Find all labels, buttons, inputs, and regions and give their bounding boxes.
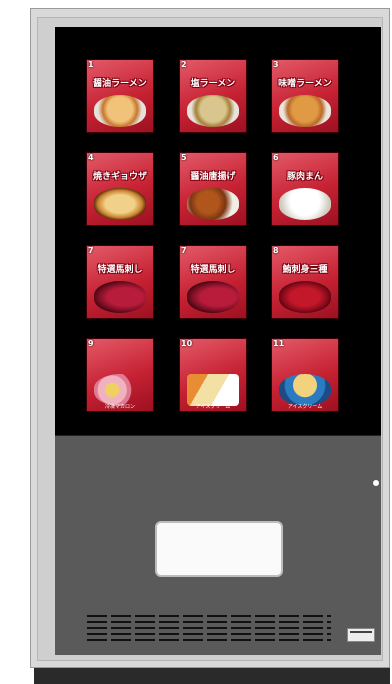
product-number: 2 (181, 60, 187, 69)
product-number: 9 (88, 339, 94, 348)
sashimi-image (279, 281, 331, 313)
product-number: 5 (181, 153, 187, 162)
product-number: 1 (88, 60, 94, 69)
product-tile-10[interactable]: 10 アイスクリーム (179, 338, 247, 412)
product-name: 鮪刺身三種 (282, 265, 328, 275)
icecream-image (279, 374, 331, 406)
product-number: 3 (273, 60, 279, 69)
miso-ramen-image (279, 95, 331, 127)
coin-slot-opening (350, 631, 372, 633)
shio-ramen-image (187, 95, 239, 127)
product-tile-4[interactable]: 4 焼きギョウザ (86, 152, 154, 226)
product-name: 味噌ラーメン (278, 79, 332, 89)
product-name: 醤油ラーメン (93, 79, 147, 89)
product-number: 7 (88, 246, 94, 255)
product-tile-6[interactable]: 6 豚肉まん (271, 152, 339, 226)
product-tile-11[interactable]: 11 アイスクリーム (271, 338, 339, 412)
door-lock-knob[interactable] (373, 480, 379, 486)
product-tile-5[interactable]: 5 醤油唐揚げ (179, 152, 247, 226)
product-tile-7[interactable]: 7 特選馬刺し (179, 245, 247, 319)
vent-grille-row (87, 615, 331, 617)
dispense-slot[interactable] (155, 521, 283, 577)
product-number: 4 (88, 153, 94, 162)
product-tile-7[interactable]: 7 特選馬刺し (86, 245, 154, 319)
product-name: 醤油唐揚げ (190, 172, 236, 182)
basashi-image (94, 281, 146, 313)
vent-grille-row (87, 627, 331, 629)
karaage-image (187, 188, 239, 220)
product-number: 7 (181, 246, 187, 255)
product-number: 6 (273, 153, 279, 162)
product-tile-8[interactable]: 8 鮪刺身三種 (271, 245, 339, 319)
product-name: 特選馬刺し (97, 265, 143, 275)
product-display-screen: 1 醤油ラーメン 2 塩ラーメン 3 味噌ラーメン 4 焼きギョウザ 5 醤油唐揚げ 6 豚肉まん 7 特… (55, 27, 381, 435)
product-small-label: アイスクリーム (195, 404, 231, 410)
product-tile-2[interactable]: 2 塩ラーメン (179, 59, 247, 133)
product-name: 特選馬刺し (190, 265, 236, 275)
basashi-image (187, 281, 239, 313)
coin-slot[interactable] (347, 628, 375, 642)
product-name: 焼きギョウザ (92, 172, 147, 182)
product-name: 塩ラーメン (190, 79, 236, 89)
vent-grille-row (87, 639, 331, 641)
product-number: 8 (273, 246, 279, 255)
vent-grille-row (87, 621, 331, 623)
macaron-image (94, 374, 146, 406)
product-number: 10 (181, 339, 193, 348)
nikuman-image (279, 188, 331, 220)
shoyu-ramen-image (94, 95, 146, 127)
product-small-label: アイスクリーム (287, 404, 323, 410)
product-small-label: 冷凍マカロン (104, 404, 135, 410)
product-tile-9[interactable]: 9 冷凍マカロン (86, 338, 154, 412)
lower-panel (55, 435, 381, 655)
product-tile-3[interactable]: 3 味噌ラーメン (271, 59, 339, 133)
product-name: 豚肉まん (286, 172, 323, 182)
vent-grille-row (87, 633, 331, 635)
gyoza-image (94, 188, 146, 220)
product-tile-1[interactable]: 1 醤油ラーメン (86, 59, 154, 133)
machine-base (34, 668, 390, 684)
icecream-image (187, 374, 239, 406)
panel-divider (55, 435, 381, 436)
product-number: 11 (273, 339, 285, 348)
